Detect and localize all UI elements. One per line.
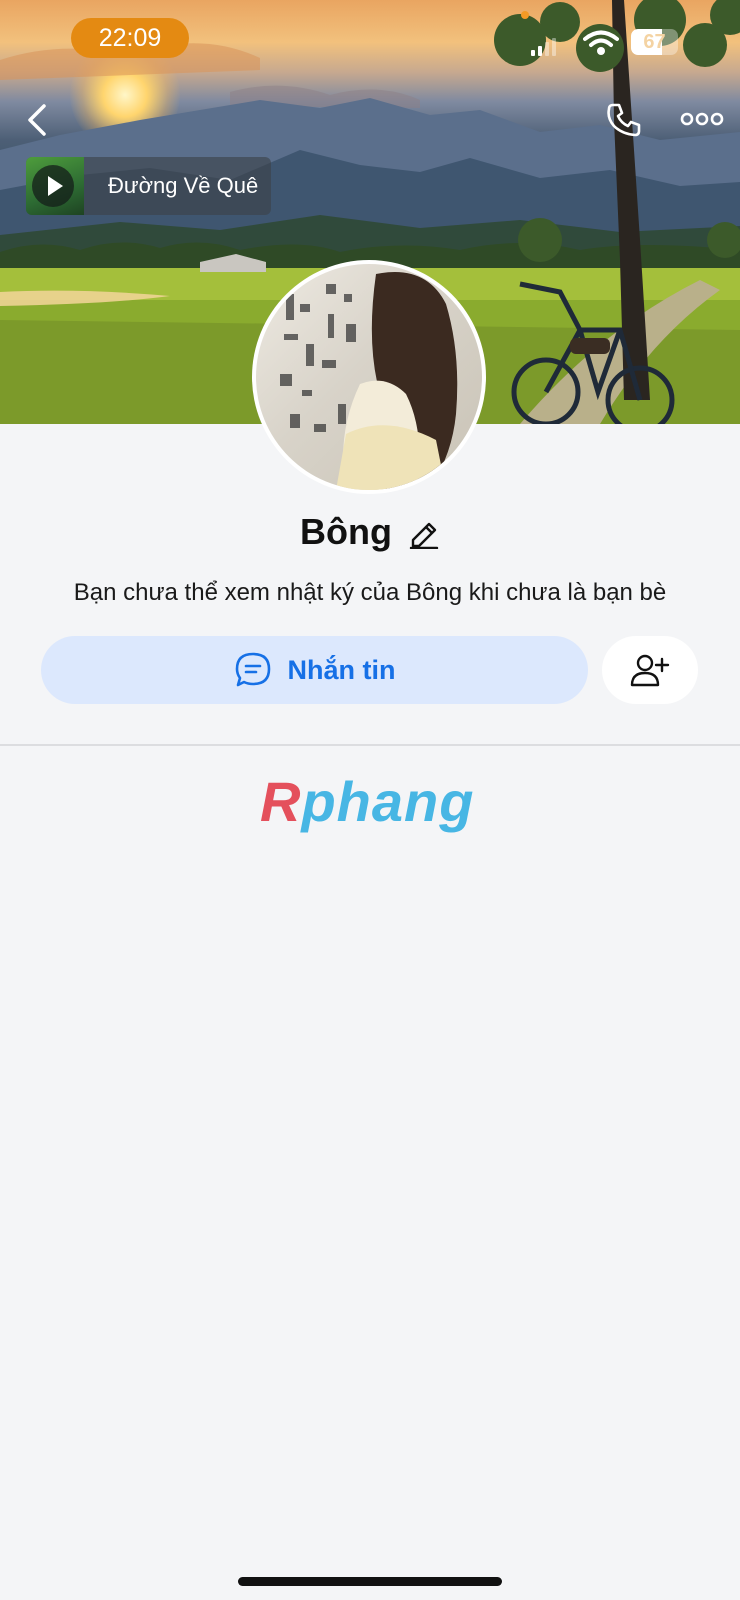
battery-indicator: 67 xyxy=(631,29,678,55)
phone-icon[interactable] xyxy=(604,100,644,140)
add-friend-icon xyxy=(630,654,670,687)
play-icon xyxy=(48,176,63,196)
watermark-rest: phang xyxy=(301,770,475,833)
avatar-photo xyxy=(256,264,482,490)
battery-percent: 67 xyxy=(643,31,666,53)
avatar-illustration xyxy=(280,272,458,490)
privacy-indicator-dot xyxy=(521,11,529,19)
music-cover-thumbnail xyxy=(26,157,84,215)
message-button[interactable]: Nhắn tin xyxy=(41,636,588,704)
pencil-icon[interactable] xyxy=(406,515,440,549)
diary-privacy-note: Bạn chưa thể xem nhật ký của Bông khi ch… xyxy=(73,579,667,606)
music-play-button[interactable] xyxy=(32,165,74,207)
watermark-logo: Rphang xyxy=(260,770,474,834)
chevron-left-icon[interactable] xyxy=(22,100,52,140)
watermark-first-letter: R xyxy=(260,770,302,833)
section-divider xyxy=(0,744,740,746)
status-time[interactable]: 22:09 xyxy=(71,18,189,58)
home-indicator[interactable] xyxy=(238,1577,502,1586)
wifi-icon xyxy=(583,30,619,55)
profile-name: Bông xyxy=(300,511,392,552)
avatar[interactable] xyxy=(252,260,486,494)
add-friend-button[interactable] xyxy=(602,636,698,704)
message-button-label: Nhắn tin xyxy=(287,654,396,685)
chat-bubble-icon xyxy=(235,652,270,687)
profile-name-row: Bông xyxy=(0,508,740,556)
music-title: Đường Về Quê xyxy=(108,173,259,198)
profile-music-chip[interactable]: Đường Về Quê xyxy=(26,157,271,215)
cellular-signal-icon xyxy=(531,38,556,56)
ellipsis-icon[interactable] xyxy=(680,104,724,134)
status-bar: 22:09 67 xyxy=(0,0,740,80)
